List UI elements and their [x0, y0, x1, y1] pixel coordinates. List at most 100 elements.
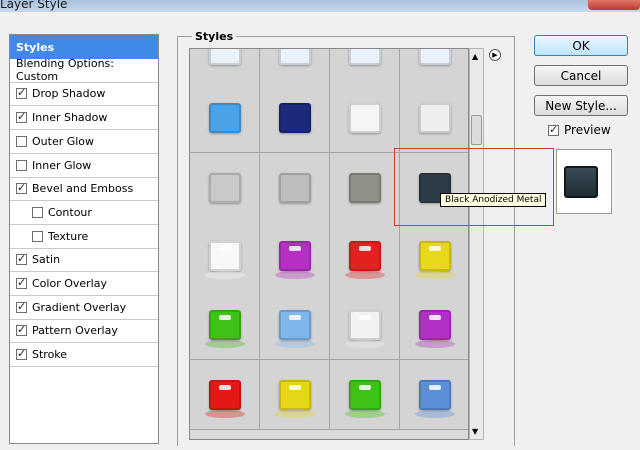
style-item-checkbox[interactable]: [16, 323, 27, 337]
style-item-stroke[interactable]: Stroke: [10, 343, 158, 368]
style-item-checkbox[interactable]: [16, 347, 27, 361]
scroll-down-arrow-icon[interactable]: ▼: [472, 427, 478, 436]
swatch-glow: [345, 271, 385, 279]
style-item-label: Pattern Overlay: [32, 324, 118, 338]
swatch-glow: [415, 340, 455, 348]
swatch-tile: [279, 49, 311, 65]
style-item-inner-glow[interactable]: Inner Glow: [10, 154, 158, 178]
style-item-color-overlay[interactable]: Color Overlay: [10, 272, 158, 296]
style-item-outer-glow[interactable]: Outer Glow: [10, 130, 158, 154]
style-swatch[interactable]: [330, 221, 400, 291]
style-item-label: Stroke: [32, 348, 68, 362]
swatch-gloss: [429, 315, 441, 320]
style-item-label: Blending Options: Custom: [16, 57, 114, 84]
style-swatch[interactable]: [400, 360, 468, 430]
style-swatch[interactable]: [190, 83, 260, 153]
style-swatch[interactable]: [190, 290, 260, 360]
style-swatch[interactable]: [190, 49, 260, 85]
swatch-tile: [419, 103, 451, 133]
highlight-box: [394, 148, 554, 226]
window-title: Layer Style: [0, 0, 68, 11]
style-swatch[interactable]: [260, 360, 330, 430]
style-item-bevel-and-emboss[interactable]: Bevel and Emboss: [10, 177, 158, 202]
style-item-checkbox[interactable]: [16, 86, 27, 100]
swatch-gloss: [359, 246, 371, 251]
swatch-tile: [209, 103, 241, 133]
style-item-label: Outer Glow: [32, 134, 95, 148]
styles-scrollbar[interactable]: ▲ ▼: [469, 48, 484, 440]
style-item-label: Color Overlay: [32, 277, 107, 290]
style-item-checkbox[interactable]: [16, 181, 27, 195]
swatch-glow: [415, 271, 455, 279]
swatch-gloss: [429, 246, 441, 251]
style-swatch[interactable]: [330, 360, 400, 430]
style-item-inner-shadow[interactable]: Inner Shadow: [10, 106, 158, 131]
style-item-texture[interactable]: Texture: [10, 225, 158, 249]
swatch-tile: [349, 103, 381, 133]
style-item-checkbox[interactable]: [16, 300, 27, 313]
new-style-button[interactable]: New Style...: [534, 95, 628, 116]
style-swatch[interactable]: [400, 221, 468, 291]
style-swatch[interactable]: [260, 290, 330, 360]
style-swatch[interactable]: [400, 290, 468, 360]
preview-label: Preview: [564, 123, 611, 137]
swatch-gloss: [429, 385, 441, 390]
preview-toggle[interactable]: Preview: [548, 123, 611, 137]
style-item-gradient-overlay[interactable]: Gradient Overlay: [10, 296, 158, 320]
scroll-up-arrow-icon[interactable]: ▲: [472, 52, 478, 61]
style-item-drop-shadow[interactable]: Drop Shadow: [10, 82, 158, 107]
style-item-label: Satin: [32, 253, 61, 267]
swatch-tile: [279, 103, 311, 133]
swatch-gloss: [359, 385, 371, 390]
style-item-label: Inner Shadow: [32, 111, 108, 125]
style-swatch[interactable]: [260, 83, 330, 153]
style-swatch[interactable]: [400, 83, 468, 153]
swatch-tile: [209, 49, 241, 65]
swatch-glow: [205, 340, 245, 348]
styles-menu-flyout-icon[interactable]: ▶: [489, 49, 501, 61]
preview-checkbox[interactable]: [548, 123, 559, 136]
swatch-gloss: [289, 246, 301, 251]
style-item-checkbox[interactable]: [16, 276, 27, 289]
style-item-checkbox[interactable]: [16, 135, 27, 147]
style-swatch[interactable]: [260, 221, 330, 291]
style-item-checkbox[interactable]: [32, 230, 43, 242]
swatch-glow: [275, 271, 315, 279]
style-swatch[interactable]: [190, 221, 260, 291]
swatch-tile: [349, 173, 381, 203]
style-item-blending-options-custom[interactable]: Blending Options: Custom: [10, 57, 158, 84]
style-swatch[interactable]: [330, 153, 400, 223]
style-item-styles[interactable]: Styles: [10, 35, 158, 59]
style-item-label: Gradient Overlay: [32, 300, 127, 314]
swatch-glow: [205, 271, 245, 279]
style-swatch[interactable]: [190, 153, 260, 223]
preview-swatch: [564, 166, 598, 198]
swatch-tile: [419, 49, 451, 65]
swatch-gloss: [289, 315, 301, 320]
style-item-pattern-overlay[interactable]: Pattern Overlay: [10, 319, 158, 344]
style-item-checkbox[interactable]: [16, 159, 27, 171]
swatch-gloss: [219, 385, 231, 390]
scroll-thumb[interactable]: [471, 115, 482, 145]
style-swatch[interactable]: [330, 83, 400, 153]
swatch-glow: [275, 340, 315, 348]
style-item-contour[interactable]: Contour: [10, 201, 158, 225]
style-swatch[interactable]: [330, 49, 400, 85]
style-item-satin[interactable]: Satin: [10, 248, 158, 273]
style-swatch[interactable]: [260, 153, 330, 223]
styles-swatch-grid: [189, 48, 469, 440]
style-swatch[interactable]: [260, 49, 330, 85]
style-swatch[interactable]: [330, 290, 400, 360]
swatch-gloss: [359, 315, 371, 320]
style-item-checkbox[interactable]: [16, 110, 27, 124]
ok-button[interactable]: OK: [534, 35, 628, 56]
preview-box: [556, 149, 612, 214]
style-item-checkbox[interactable]: [16, 252, 27, 266]
style-item-checkbox[interactable]: [32, 206, 43, 218]
close-button[interactable]: [588, 0, 640, 10]
style-swatch[interactable]: [400, 49, 468, 85]
swatch-tile: [279, 173, 311, 203]
style-swatch[interactable]: [190, 360, 260, 430]
swatch-gloss: [219, 246, 231, 251]
cancel-button[interactable]: Cancel: [534, 65, 628, 86]
